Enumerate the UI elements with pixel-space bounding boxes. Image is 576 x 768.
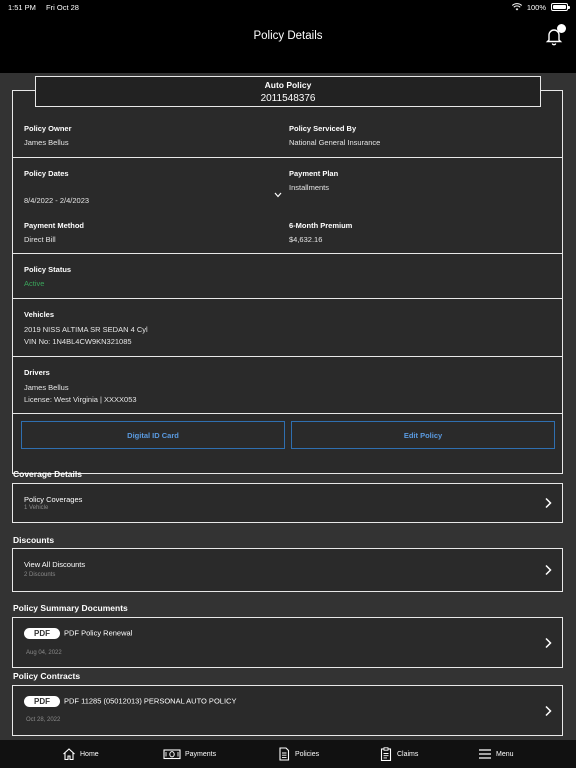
tab-payments-label: Payments xyxy=(185,750,217,758)
status-bar: 1:51 PM Fri Oct 28 100% xyxy=(0,0,576,14)
scroll-content[interactable]: Policy Owner James Bellus Policy Service… xyxy=(0,73,576,740)
serviced-value: National General Insurance xyxy=(289,138,381,147)
clipboard-icon xyxy=(380,747,392,761)
coverage-item-label: Policy Coverages xyxy=(24,495,83,504)
chevron-right-icon xyxy=(545,497,552,509)
edit-policy-button[interactable]: Edit Policy xyxy=(291,421,555,449)
contract-date: Oct 28, 2022 xyxy=(26,717,61,723)
policy-coverages-row[interactable]: Policy Coverages 1 Vehicle xyxy=(12,483,563,523)
driver-value: James Bellus xyxy=(24,383,69,392)
vin-value: VIN No: 1N4BL4CW9KN321085 xyxy=(24,337,132,346)
discounts-item-sub: 2 Discounts xyxy=(24,572,56,578)
chevron-right-icon xyxy=(545,564,552,576)
tab-bar: Home Payments Policies Claims Menu xyxy=(0,740,576,768)
status-label: Policy Status xyxy=(24,265,72,274)
pdf-badge: PDF xyxy=(24,696,60,707)
tab-home-label: Home xyxy=(80,750,99,758)
payment-plan-label: Payment Plan xyxy=(289,169,339,178)
battery-icon xyxy=(551,3,570,11)
status-value: Active xyxy=(24,279,45,288)
pdf-badge: PDF xyxy=(24,628,60,639)
tab-policies-label: Policies xyxy=(295,750,320,758)
dates-dropdown[interactable]: 8/4/2022 - 2/4/2023 xyxy=(24,190,282,205)
policy-card: Policy Owner James Bellus Policy Service… xyxy=(12,90,563,474)
payment-method-value: Direct Bill xyxy=(24,235,56,244)
auto-policy-contract-row[interactable]: PDF PDF 11285 (05012013) PERSONAL AUTO PO… xyxy=(12,685,563,736)
payment-method-label: Payment Method xyxy=(24,221,85,230)
renewal-line: PDF PDF Policy Renewal xyxy=(24,628,132,639)
policy-renewal-row[interactable]: PDF PDF Policy Renewal Aug 04, 2022 xyxy=(12,617,563,668)
policy-number: 2011548376 xyxy=(260,93,316,104)
dates-label: Policy Dates xyxy=(24,169,69,178)
summary-docs-title: Policy Summary Documents xyxy=(13,603,128,613)
contract-line: PDF PDF 11285 (05012013) PERSONAL AUTO PO… xyxy=(24,696,236,707)
tab-payments[interactable]: Payments xyxy=(163,747,216,761)
digital-id-card-button[interactable]: Digital ID Card xyxy=(21,421,285,449)
hamburger-icon xyxy=(479,749,491,759)
policy-header: Auto Policy 2011548376 xyxy=(35,76,541,107)
tab-claims[interactable]: Claims xyxy=(379,747,418,761)
drivers-label: Drivers xyxy=(24,368,50,377)
tab-menu[interactable]: Menu xyxy=(478,747,514,761)
license-value: License: West Virginia | XXXX053 xyxy=(24,395,137,404)
premium-value: $4,632.16 xyxy=(289,235,323,244)
notifications-button[interactable] xyxy=(542,24,566,48)
dates-section: Policy Dates 8/4/2022 - 2/4/2023 Payment… xyxy=(13,158,562,254)
discounts-item-label: View All Discounts xyxy=(24,560,86,569)
nav-bar: Policy Details xyxy=(0,14,576,73)
chevron-right-icon xyxy=(545,705,552,716)
tab-policies[interactable]: Policies xyxy=(277,747,319,761)
serviced-label: Policy Serviced By xyxy=(289,124,357,133)
dates-value: 8/4/2022 - 2/4/2023 xyxy=(24,196,90,205)
vehicle-value: 2019 NISS ALTIMA SR SEDAN 4 Cyl xyxy=(24,325,148,334)
coverage-item-sub: 1 Vehicle xyxy=(24,505,49,511)
contracts-title: Policy Contracts xyxy=(13,671,81,681)
contract-label: PDF 11285 (05012013) PERSONAL AUTO POLIC… xyxy=(64,696,237,706)
status-section: Policy Status Active xyxy=(13,254,562,299)
chevron-down-icon xyxy=(274,192,282,198)
chevron-right-icon xyxy=(545,637,552,648)
money-icon xyxy=(163,749,181,760)
document-icon xyxy=(279,747,290,761)
notification-badge xyxy=(557,24,566,33)
vehicles-section: Vehicles 2019 NISS ALTIMA SR SEDAN 4 Cyl… xyxy=(13,299,562,357)
discounts-row[interactable]: View All Discounts 2 Discounts xyxy=(12,548,563,592)
renewal-date: Aug 04, 2022 xyxy=(26,650,62,656)
tab-home[interactable]: Home xyxy=(62,747,99,761)
wifi-icon xyxy=(511,3,522,11)
tab-menu-label: Menu xyxy=(496,750,514,758)
page-title: Policy Details xyxy=(253,30,323,42)
payment-plan-value: Installments xyxy=(289,183,330,192)
coverage-title: Coverage Details xyxy=(13,469,82,479)
discounts-title: Discounts xyxy=(13,535,55,545)
renewal-label: PDF Policy Renewal xyxy=(64,628,133,638)
status-date: Fri Oct 28 xyxy=(46,2,79,12)
battery-percent: 100% xyxy=(526,2,546,12)
tab-claims-label: Claims xyxy=(397,750,419,758)
premium-label: 6-Month Premium xyxy=(289,221,353,230)
owner-value: James Bellus xyxy=(24,138,69,147)
vehicles-label: Vehicles xyxy=(24,310,55,319)
status-time: 1:51 PM xyxy=(8,2,36,12)
policy-type: Auto Policy xyxy=(264,80,312,90)
home-icon xyxy=(63,748,75,761)
drivers-section: Drivers James Bellus License: West Virgi… xyxy=(13,357,562,414)
owner-label: Policy Owner xyxy=(24,124,72,133)
